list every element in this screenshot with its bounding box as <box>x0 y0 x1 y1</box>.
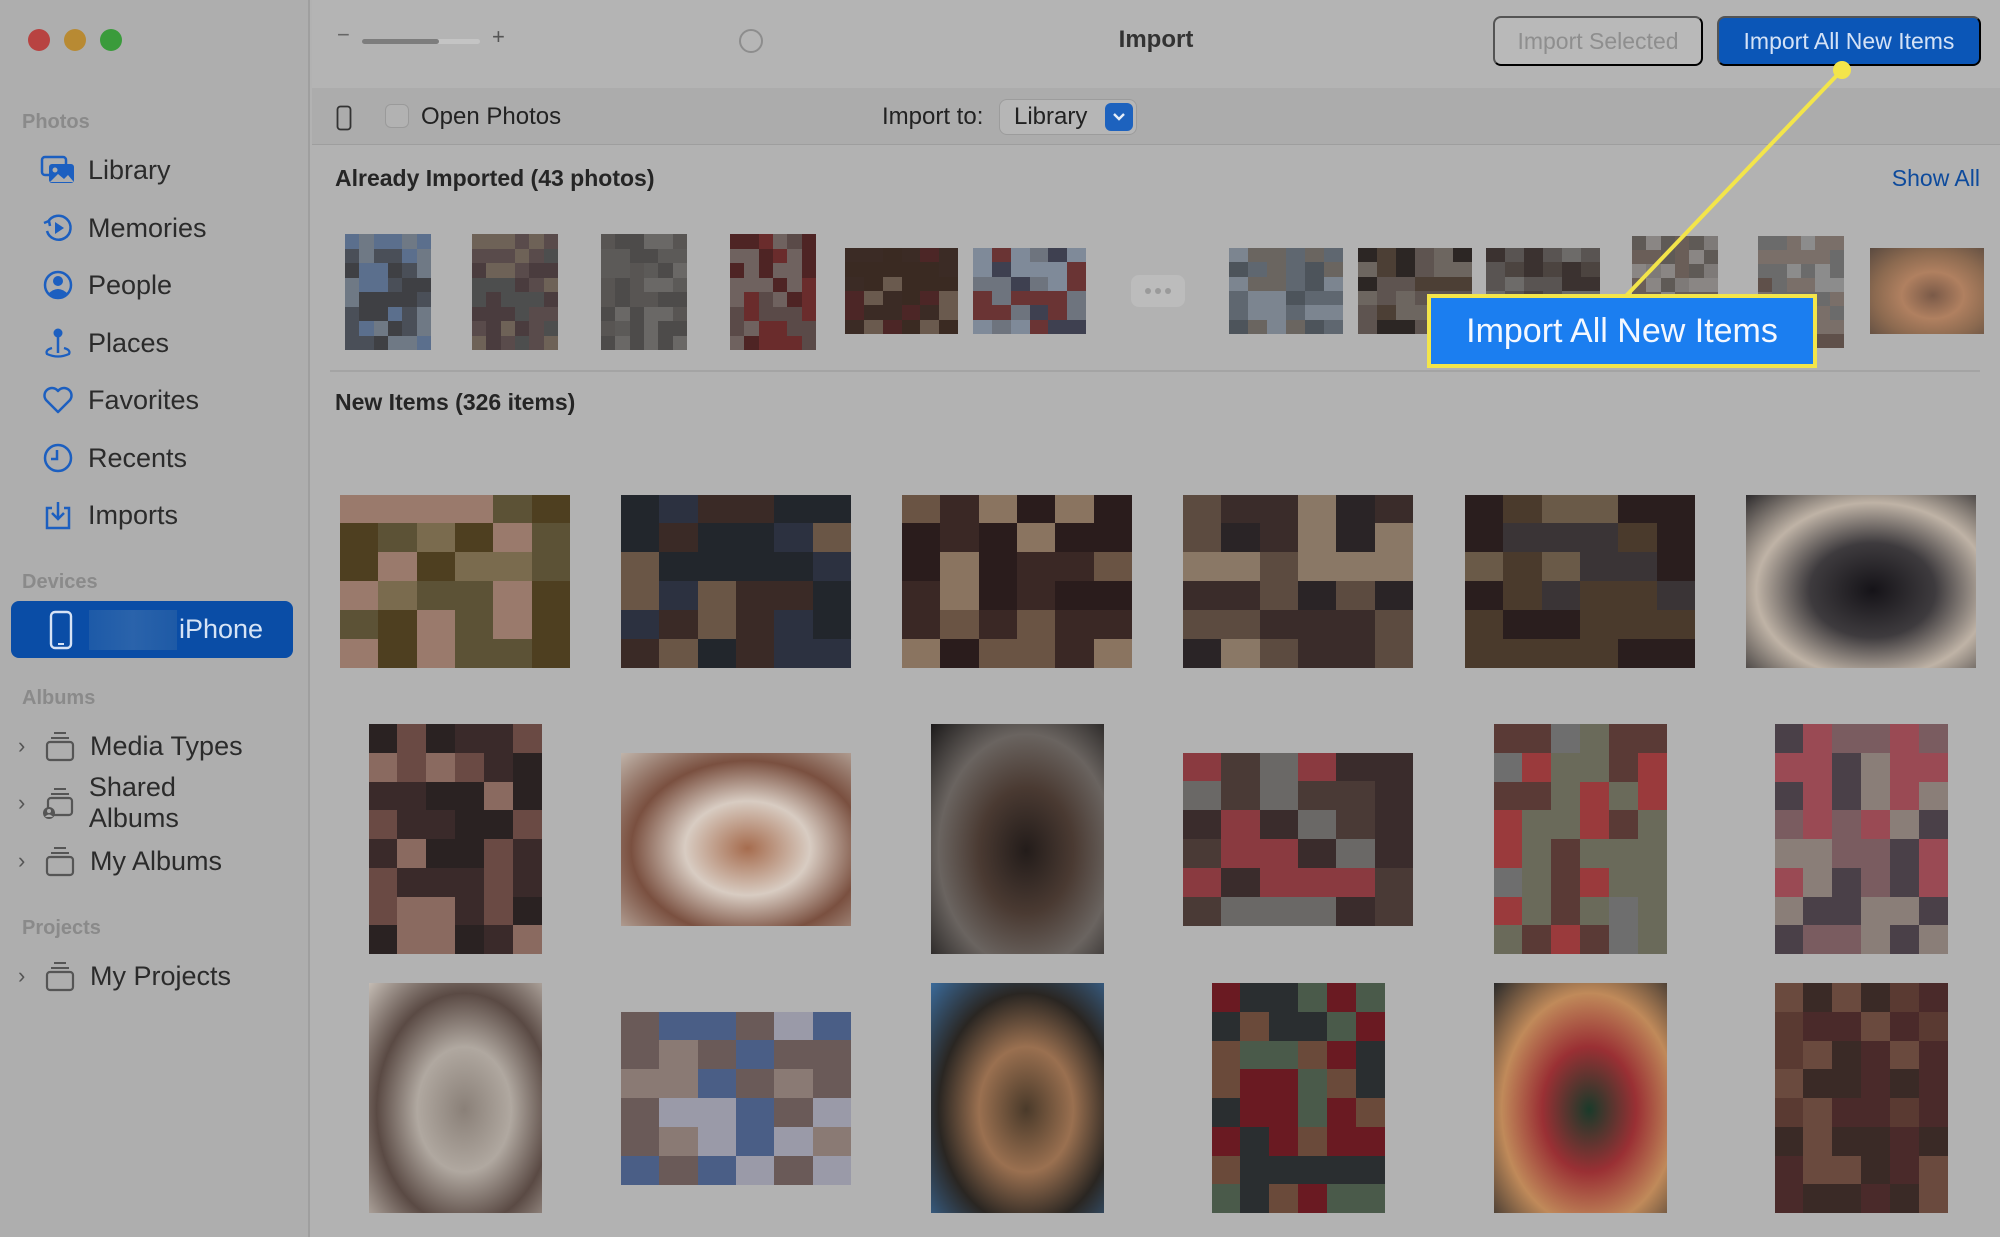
sidebar-item-label: Imports <box>88 499 179 530</box>
import-to-value: Library <box>1014 103 1088 130</box>
already-imported-thumbnail[interactable] <box>345 234 431 350</box>
sidebar-section-devices: Devices <box>22 571 98 593</box>
iphone-icon <box>336 105 352 136</box>
sidebar-item-favorites[interactable]: Favorites <box>40 378 290 422</box>
dot-icon <box>1145 288 1151 294</box>
sidebar-item-label: My Projects <box>90 960 232 991</box>
zoom-window-button[interactable] <box>100 29 122 51</box>
library-icon <box>40 152 76 188</box>
sidebar-section-photos: Photos <box>22 111 90 133</box>
open-photos-checkbox[interactable] <box>385 104 409 128</box>
close-window-button[interactable] <box>28 29 50 51</box>
album-stack-icon <box>42 843 78 879</box>
sidebar-item-imports[interactable]: Imports <box>40 493 290 537</box>
sidebar-item-people[interactable]: People <box>40 263 290 307</box>
minimize-window-button[interactable] <box>64 29 86 51</box>
new-item-thumbnail[interactable] <box>1211 983 1385 1213</box>
import-to-dropdown[interactable]: Library <box>999 99 1137 135</box>
new-item-thumbnail[interactable] <box>621 1011 851 1185</box>
already-imported-thumbnail[interactable] <box>845 248 958 334</box>
people-icon <box>40 267 76 303</box>
section-divider <box>330 370 1980 372</box>
shared-album-icon <box>42 785 77 821</box>
sidebar-item-label: Memories <box>88 212 207 243</box>
new-item-thumbnail[interactable] <box>621 752 851 926</box>
sidebar-section-albums: Albums <box>22 687 96 709</box>
import-selected-button[interactable]: Import Selected <box>1493 16 1703 66</box>
sidebar-item-shared-albums[interactable]: › Shared Albums <box>18 772 268 833</box>
album-stack-icon <box>42 958 78 994</box>
open-photos-label: Open Photos <box>421 103 562 130</box>
sidebar-item-my-projects[interactable]: › My Projects <box>18 954 268 998</box>
chevron-right-icon[interactable]: › <box>18 848 34 874</box>
sidebar-item-label: Places <box>88 327 170 358</box>
import-options-bar: Open Photos Import to: Library <box>312 88 2000 145</box>
already-imported-thumbnail[interactable] <box>1870 248 1984 334</box>
sidebar-item-my-albums[interactable]: › My Albums <box>18 839 268 883</box>
callout-label: Import All New Items <box>1427 294 1817 368</box>
clock-icon <box>40 440 76 476</box>
already-imported-thumbnail[interactable] <box>472 234 558 350</box>
sidebar-item-label: Library <box>88 154 171 185</box>
toolbar: − + Import Import Selected Import All Ne… <box>312 0 2000 88</box>
sidebar-item-label: iPhone <box>179 614 264 644</box>
new-item-thumbnail[interactable] <box>368 983 542 1213</box>
new-item-thumbnail[interactable] <box>1493 724 1667 954</box>
sidebar-item-library[interactable]: Library <box>40 148 290 192</box>
new-items-title: New Items (326 items) <box>335 389 576 415</box>
new-item-thumbnail[interactable] <box>368 724 542 954</box>
redacted-device-name <box>89 609 177 650</box>
sidebar-item-label: Shared Albums <box>88 772 179 833</box>
already-imported-thumbnail[interactable] <box>730 234 816 350</box>
new-item-thumbnail[interactable] <box>1493 983 1667 1213</box>
already-imported-thumbnail[interactable] <box>601 234 687 350</box>
new-item-thumbnail[interactable] <box>1183 752 1413 926</box>
sidebar-item-places[interactable]: Places <box>40 321 290 365</box>
heart-icon <box>40 382 76 418</box>
sidebar: Photos Library Memories People Places Fa… <box>0 0 310 1237</box>
sidebar-item-memories[interactable]: Memories <box>40 206 290 250</box>
import-all-new-items-button[interactable]: Import All New Items <box>1717 16 1981 66</box>
new-item-thumbnail[interactable] <box>1774 724 1948 954</box>
memories-icon <box>40 210 76 246</box>
new-item-thumbnail[interactable] <box>1746 494 1976 668</box>
already-imported-title: Already Imported (43 photos) <box>335 165 655 191</box>
sidebar-item-media-types[interactable]: › Media Types <box>18 724 268 768</box>
dot-icon <box>1165 288 1171 294</box>
sidebar-section-projects: Projects <box>22 917 101 939</box>
album-stack-icon <box>42 728 78 764</box>
sidebar-item-iphone[interactable]: iPhone <box>11 601 293 658</box>
sidebar-item-label: Favorites <box>88 384 200 415</box>
sidebar-item-label: Recents <box>88 442 188 473</box>
chevron-right-icon[interactable]: › <box>18 963 34 989</box>
new-item-thumbnail[interactable] <box>1183 494 1413 668</box>
already-imported-thumbnail[interactable] <box>973 248 1086 334</box>
import-tray-icon <box>40 497 76 533</box>
new-item-thumbnail[interactable] <box>930 724 1104 954</box>
sidebar-item-label: People <box>88 269 173 300</box>
dot-icon <box>1155 288 1161 294</box>
new-item-thumbnail[interactable] <box>930 983 1104 1213</box>
places-icon <box>40 325 76 361</box>
iphone-icon <box>43 610 79 650</box>
more-thumbnails-button[interactable] <box>1131 275 1185 307</box>
chevron-right-icon[interactable]: › <box>18 790 34 816</box>
chevron-right-icon[interactable]: › <box>18 733 34 759</box>
import-to-label: Import to: <box>882 103 984 130</box>
sidebar-item-label: My Albums <box>90 845 223 876</box>
sidebar-item-label: Media Types <box>90 730 243 761</box>
sidebar-item-recents[interactable]: Recents <box>40 436 290 480</box>
new-item-thumbnail[interactable] <box>1774 983 1948 1213</box>
show-all-link[interactable]: Show All <box>1892 165 1980 192</box>
new-item-thumbnail[interactable] <box>621 494 851 668</box>
new-item-thumbnail[interactable] <box>340 494 570 668</box>
already-imported-thumbnail[interactable] <box>1229 248 1343 334</box>
new-item-thumbnail[interactable] <box>1465 494 1695 668</box>
new-item-thumbnail[interactable] <box>902 494 1132 668</box>
chevron-down-icon[interactable] <box>1105 103 1133 131</box>
